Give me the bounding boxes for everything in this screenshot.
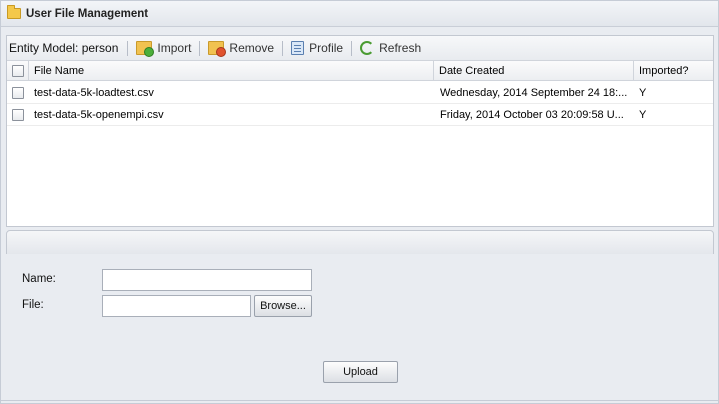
import-button[interactable]: Import [133, 40, 194, 57]
imported-cell: Y [639, 108, 647, 121]
remove-button-label: Remove [229, 41, 275, 55]
row-checkbox-cell [7, 82, 29, 103]
select-all-cell [7, 61, 29, 80]
refresh-button-label: Refresh [379, 41, 422, 55]
file-name-cell: test-data-5k-loadtest.csv [34, 86, 154, 99]
remove-button[interactable]: Remove [205, 40, 277, 57]
upload-panel-header [6, 230, 714, 255]
remove-icon [208, 41, 227, 57]
window-titlebar: User File Management [1, 1, 718, 27]
refresh-icon [360, 41, 375, 55]
toolbar-separator [199, 40, 201, 56]
toolbar: Entity Model: person Import Remove Profi… [7, 36, 713, 61]
upload-button[interactable]: Upload [323, 361, 398, 383]
refresh-button[interactable]: Refresh [357, 40, 424, 56]
file-path-input[interactable] [102, 295, 251, 317]
date-created-cell: Wednesday, 2014 September 24 18:... [440, 86, 628, 99]
toolbar-separator [282, 40, 284, 56]
row-checkbox[interactable] [12, 108, 24, 121]
entity-model-label: Entity Model: person [9, 41, 119, 55]
column-header-file-name[interactable]: File Name [29, 61, 434, 80]
profile-button[interactable]: Profile [288, 40, 346, 56]
profile-button-label: Profile [309, 41, 344, 55]
column-header-imported[interactable]: Imported? [634, 61, 713, 80]
window-title: User File Management [26, 7, 149, 20]
column-header-date-created[interactable]: Date Created [434, 61, 634, 80]
date-created-cell: Friday, 2014 October 03 20:09:58 U... [440, 108, 624, 121]
file-label: File: [22, 299, 44, 311]
user-file-management-window: User File Management Entity Model: perso… [0, 0, 719, 404]
name-label: Name: [22, 273, 56, 285]
toolbar-separator [351, 40, 353, 56]
row-checkbox-cell [7, 104, 29, 125]
toolbar-separator [127, 40, 129, 56]
name-input[interactable] [102, 269, 312, 291]
table-row[interactable]: test-data-5k-openempi.csv Friday, 2014 O… [7, 104, 713, 126]
file-name-cell: test-data-5k-openempi.csv [34, 108, 164, 121]
file-list-panel: Entity Model: person Import Remove Profi… [6, 35, 714, 227]
profile-icon [291, 41, 305, 55]
window-bottom-border [1, 400, 718, 401]
grid-header: File Name Date Created Imported? [7, 61, 713, 81]
row-checkbox[interactable] [12, 86, 24, 99]
select-all-checkbox[interactable] [12, 64, 24, 77]
table-row[interactable]: test-data-5k-loadtest.csv Wednesday, 201… [7, 82, 713, 104]
import-icon [136, 41, 155, 57]
import-button-label: Import [157, 41, 192, 55]
imported-cell: Y [639, 86, 647, 99]
browse-button[interactable]: Browse... [254, 295, 312, 317]
upload-form: Name: File: Browse... Upload [6, 254, 714, 397]
folder-icon [7, 5, 21, 19]
